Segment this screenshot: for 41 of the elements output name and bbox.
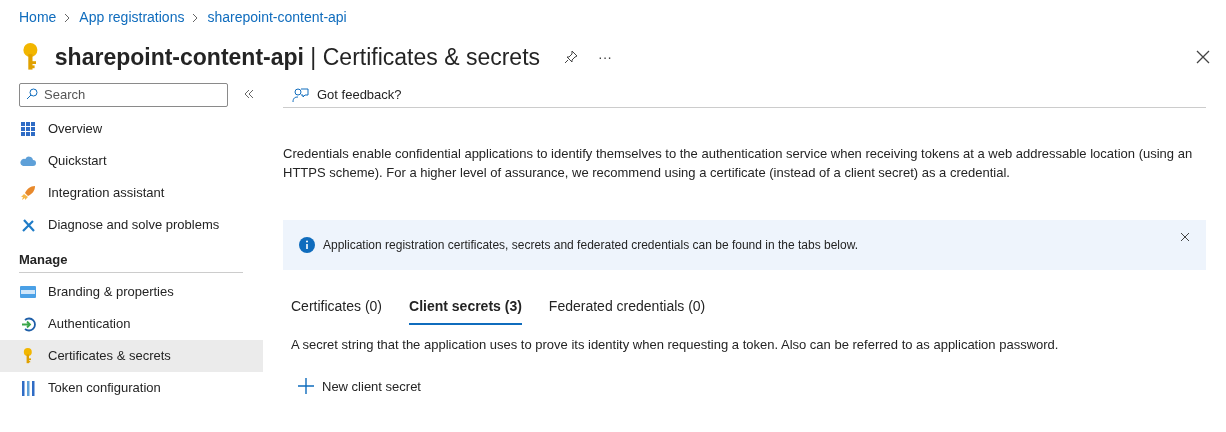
close-icon[interactable]: [1180, 232, 1190, 242]
grid-icon: [21, 122, 35, 136]
banner-text: Application registration certificates, secrets and federated credentials can be found in the tabs below.: [323, 237, 858, 254]
page-title: sharepoint-content-api | Certificates & secrets: [54, 42, 541, 72]
section-heading: Manage: [19, 247, 243, 273]
sidebar-item[interactable]: Diagnose and solve problems: [0, 209, 263, 241]
pin-icon[interactable]: [564, 50, 579, 64]
feedback-button[interactable]: Got feedback?: [317, 84, 402, 105]
sidebar-item[interactable]: Quickstart: [0, 145, 263, 177]
tab[interactable]: Federated credentials (0): [548, 296, 706, 325]
key-icon: [22, 43, 39, 71]
sidebar-item[interactable]: Branding & properties: [0, 276, 263, 308]
description: Credentials enable confidential applications to identify themselves to the authentication service when receiving tokens at a web addressable location (using an HTTPS scheme). For a higher level of assurance, we recommend using a certificate (instead of a client secret) as a credential.: [283, 145, 1194, 182]
search-icon: [26, 88, 38, 100]
info-icon: [299, 237, 315, 253]
rocket-icon: [20, 185, 36, 201]
key-icon: [23, 348, 33, 364]
search-field[interactable]: Search: [19, 82, 228, 107]
bars-icon: [21, 380, 35, 396]
close-icon[interactable]: [1196, 50, 1210, 64]
sidebar-item[interactable]: Token configuration: [0, 372, 263, 404]
sidebar-item[interactable]: Integration assistant: [0, 177, 263, 209]
collapse-icon[interactable]: [244, 89, 254, 99]
plus-icon: [298, 378, 314, 395]
sidebar-item[interactable]: Authentication: [0, 308, 263, 340]
tab[interactable]: Certificates (0): [291, 296, 383, 325]
tab-description: A secret string that the application uses to prove its identity when requesting a token. Also can be referred to as application password.: [290, 336, 1060, 354]
new-secret-button[interactable]: New client secret: [298, 376, 421, 396]
sidebar-item[interactable]: Certificates & secrets: [0, 340, 263, 372]
tab[interactable]: Client secrets (3): [409, 296, 522, 325]
browser-icon: [20, 286, 36, 298]
feedback-icon[interactable]: [291, 86, 309, 103]
sidebar-item[interactable]: Overview: [0, 113, 263, 145]
cloud-icon: [20, 155, 36, 167]
breadcrumb-link[interactable]: App registrations: [79, 7, 185, 28]
chevron-icon: [192, 12, 200, 23]
sign-in-icon: [20, 316, 36, 332]
chevron-icon: [64, 12, 72, 23]
more-button[interactable]: ···: [598, 46, 613, 68]
breadcrumb-link[interactable]: Home: [19, 7, 57, 28]
breadcrumb-link[interactable]: sharepoint-content-api: [207, 7, 347, 28]
